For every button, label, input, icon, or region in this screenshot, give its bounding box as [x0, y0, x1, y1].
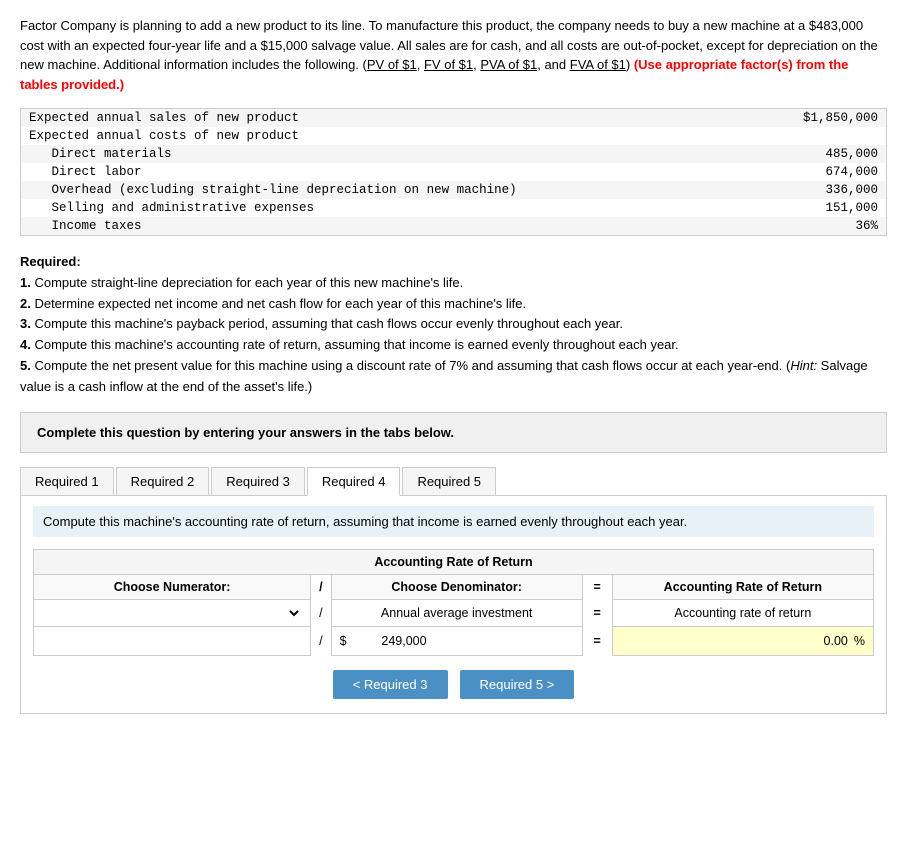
denominator-label: Annual average investment	[381, 606, 532, 620]
required-title: Required:	[20, 252, 887, 273]
row-label: Expected annual costs of new product	[21, 127, 754, 145]
tab-required3[interactable]: Required 3	[211, 467, 305, 495]
required-section: Required: 1. Compute straight-line depre…	[20, 252, 887, 398]
instruction-box: Complete this question by entering your …	[20, 412, 887, 453]
denominator-input[interactable]	[351, 632, 431, 650]
row-value: 336,000	[753, 181, 886, 199]
row-value: 674,000	[753, 163, 886, 181]
slash-cell: /	[311, 599, 331, 626]
required-item-3: 3. Compute this machine's payback period…	[20, 314, 887, 335]
equals-cell-2: =	[582, 626, 612, 655]
row-label: Direct materials	[21, 145, 754, 163]
result-header: Accounting Rate of Return	[612, 574, 873, 599]
tab-required4[interactable]: Required 4	[307, 467, 401, 496]
numerator-select[interactable]: Annual net income	[42, 605, 302, 621]
result-label-cell: Accounting rate of return	[612, 599, 873, 626]
result-value-cell[interactable]: %	[612, 626, 873, 655]
row-label: Income taxes	[21, 217, 754, 236]
table-row: Expected annual costs of new product	[21, 127, 887, 145]
row-label: Expected annual sales of new product	[21, 109, 754, 128]
percent-sign: %	[854, 634, 865, 648]
financial-data-table: Expected annual sales of new product $1,…	[20, 108, 887, 236]
tab-required1[interactable]: Required 1	[20, 467, 114, 495]
row-label: Overhead (excluding straight-line deprec…	[21, 181, 754, 199]
tab-description: Compute this machine's accounting rate o…	[33, 506, 874, 537]
row-value: 36%	[753, 217, 886, 236]
dollar-sign: $	[340, 634, 347, 648]
required-item-1: 1. Compute straight-line depreciation fo…	[20, 273, 887, 294]
fv-link[interactable]: FV of $1	[424, 57, 473, 72]
result-input[interactable]	[792, 632, 852, 650]
table-row: Direct materials 485,000	[21, 145, 887, 163]
denominator-label-cell: Annual average investment	[331, 599, 582, 626]
tabs-container: Required 1 Required 2 Required 3 Require…	[20, 467, 887, 496]
next-button[interactable]: Required 5 >	[460, 670, 575, 699]
denominator-value-cell[interactable]: $	[331, 626, 582, 655]
label-row: Annual net income / Annual average inves…	[34, 599, 874, 626]
intro-text: Factor Company is planning to add a new …	[20, 16, 887, 94]
row-value: $1,850,000	[753, 109, 886, 128]
tab-content-area: Compute this machine's accounting rate o…	[20, 496, 887, 714]
table-header-row: Accounting Rate of Return	[34, 549, 874, 574]
numerator-dropdown-cell[interactable]: Annual net income	[34, 599, 311, 626]
row-label: Direct labor	[21, 163, 754, 181]
slash-header: /	[311, 574, 331, 599]
table-row: Overhead (excluding straight-line deprec…	[21, 181, 887, 199]
navigation-buttons: < Required 3 Required 5 >	[33, 670, 874, 699]
required-item-2: 2. Determine expected net income and net…	[20, 294, 887, 315]
table-title: Accounting Rate of Return	[34, 549, 874, 574]
intro-paragraph: Factor Company is planning to add a new …	[20, 16, 887, 94]
required-item-4: 4. Compute this machine's accounting rat…	[20, 335, 887, 356]
tab-required2[interactable]: Required 2	[116, 467, 210, 495]
row-value: 151,000	[753, 199, 886, 217]
row-label: Selling and administrative expenses	[21, 199, 754, 217]
accounting-rate-table: Accounting Rate of Return Choose Numerat…	[33, 549, 874, 656]
prev-button[interactable]: < Required 3	[333, 670, 448, 699]
numerator-input-cell[interactable]	[34, 626, 311, 655]
table-row: Income taxes 36%	[21, 217, 887, 236]
pva-link[interactable]: PVA of $1	[480, 57, 537, 72]
choose-label-row: Choose Numerator: / Choose Denominator: …	[34, 574, 874, 599]
row-value	[753, 127, 886, 145]
tab-required5[interactable]: Required 5	[402, 467, 496, 495]
equals-header: =	[582, 574, 612, 599]
result-label: Accounting rate of return	[674, 606, 811, 620]
table-row: Direct labor 674,000	[21, 163, 887, 181]
table-row: Selling and administrative expenses 151,…	[21, 199, 887, 217]
row-value: 485,000	[753, 145, 886, 163]
equals-cell-1: =	[582, 599, 612, 626]
instruction-text: Complete this question by entering your …	[37, 425, 454, 440]
pv-link[interactable]: PV of $1	[367, 57, 417, 72]
denominator-header: Choose Denominator:	[331, 574, 582, 599]
numerator-input[interactable]	[42, 632, 302, 650]
value-row: / $ = %	[34, 626, 874, 655]
fva-link[interactable]: FVA of $1	[570, 57, 626, 72]
table-row: Expected annual sales of new product $1,…	[21, 109, 887, 128]
numerator-header: Choose Numerator:	[34, 574, 311, 599]
slash-cell-2: /	[311, 626, 331, 655]
required-item-5: 5. Compute the net present value for thi…	[20, 356, 887, 398]
